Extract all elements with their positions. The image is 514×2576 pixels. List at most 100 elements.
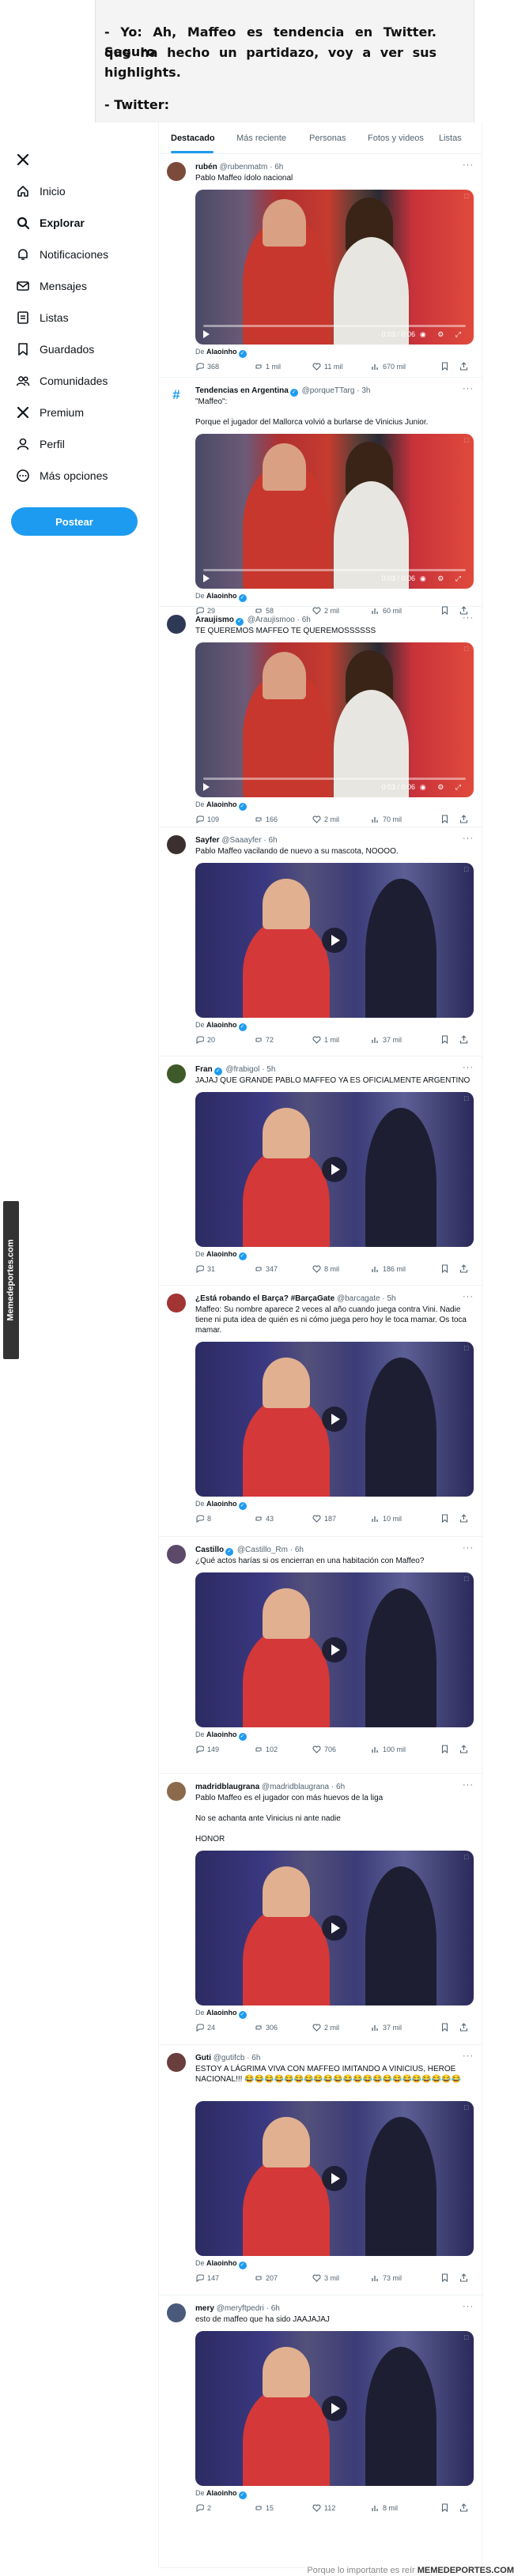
views-button[interactable]: 70 mil — [371, 815, 402, 823]
tweet-time[interactable]: 6h — [251, 2054, 260, 2062]
tweet-card[interactable]: rubén @rubenmatm · 6h ··· Pablo Maffeo ído… — [159, 154, 483, 378]
share-button[interactable] — [459, 2273, 471, 2282]
tweet-time[interactable]: 6h — [268, 836, 277, 845]
play-button-icon[interactable] — [322, 928, 347, 953]
tweet-video[interactable]: ⬚ — [195, 1572, 474, 1727]
more-options-icon[interactable]: ··· — [463, 834, 474, 843]
source-name[interactable]: Alaoinho — [206, 1731, 237, 1738]
share-button[interactable] — [459, 2023, 471, 2032]
author-name[interactable]: Tendencias en Argentina — [195, 386, 289, 395]
share-button[interactable] — [459, 1745, 471, 1753]
share-button[interactable] — [459, 1514, 471, 1523]
more-options-icon[interactable]: ··· — [463, 1780, 474, 1790]
like-button[interactable]: 11 mil — [312, 362, 342, 371]
tweet-time[interactable]: 6h — [271, 2304, 280, 2313]
tab-personas[interactable]: Personas — [309, 122, 346, 154]
author-name[interactable]: Sayfer — [195, 836, 220, 845]
author-name[interactable]: Castillo — [195, 1546, 224, 1554]
bookmark-button[interactable] — [440, 362, 452, 371]
avatar[interactable] — [167, 2053, 186, 2072]
bookmark-button[interactable] — [440, 2503, 452, 2512]
tweet-video[interactable]: ⬚ — [195, 2101, 474, 2256]
source-name[interactable]: Alaoinho — [206, 2009, 237, 2017]
sidebar-item-comunidades[interactable]: Comunidades — [16, 374, 108, 388]
post-button[interactable]: Postear — [11, 507, 138, 536]
reply-button[interactable]: 149 — [195, 1745, 219, 1753]
play-button-icon[interactable] — [322, 2166, 347, 2191]
views-button[interactable]: 37 mil — [371, 2023, 402, 2032]
bookmark-button[interactable] — [440, 1264, 452, 1273]
bookmark-button[interactable] — [440, 2273, 452, 2282]
avatar[interactable] — [167, 2303, 186, 2322]
source-name[interactable]: Alaoinho — [206, 800, 237, 808]
author-name[interactable]: Araujismo — [195, 616, 234, 624]
tweet-time[interactable]: 6h — [336, 1783, 345, 1791]
reply-button[interactable]: 24 — [195, 2023, 215, 2032]
like-button[interactable]: 3 mil — [312, 2273, 339, 2282]
reply-button[interactable]: 368 — [195, 362, 219, 371]
more-options-icon[interactable]: ··· — [463, 1292, 474, 1301]
tweet-time[interactable]: 3h — [361, 386, 370, 395]
like-button[interactable]: 2 mil — [312, 815, 339, 823]
more-options-icon[interactable]: ··· — [463, 2051, 474, 2061]
tweet-video[interactable]: ⬚ 0:03 / 0:06 ◉ ⚙ ⤢ — [195, 642, 474, 797]
more-options-icon[interactable]: ··· — [463, 1543, 474, 1553]
tweet-card[interactable]: ¿Está robando el Barça? #BarçaGate @barc… — [159, 1286, 483, 1537]
tweet-card[interactable]: Fran ✓ @frabigol · 5h ··· JAJAJ QUE GRANDE … — [159, 1056, 483, 1286]
author-handle[interactable]: @meryftpedri — [217, 2304, 264, 2313]
like-button[interactable]: 187 — [312, 1514, 336, 1523]
tweet-card[interactable]: Araujismo ✓ @Araujismoo · 6h ··· TE QUEREMO… — [159, 607, 483, 827]
views-button[interactable]: 8 mil — [371, 2503, 398, 2512]
video-settings-icons[interactable]: ◉ ⚙ ⤢ — [420, 574, 466, 583]
reply-button[interactable]: 2 — [195, 2503, 211, 2512]
tweet-card[interactable]: Sayfer @Saaayfer · 6h ··· Pablo Maffeo vac… — [159, 827, 483, 1056]
sidebar-item-mensajes[interactable]: Mensajes — [16, 279, 87, 293]
reply-button[interactable]: 31 — [195, 1264, 215, 1273]
video-progress-bar[interactable] — [203, 569, 466, 571]
avatar[interactable] — [167, 1782, 186, 1801]
share-button[interactable] — [459, 815, 471, 823]
source-name[interactable]: Alaoinho — [206, 1250, 237, 1258]
sidebar-item-notificaciones[interactable]: Notificaciones — [16, 247, 108, 262]
author-name[interactable]: mery — [195, 2304, 214, 2313]
avatar[interactable] — [167, 835, 186, 854]
author-name[interactable]: Fran — [195, 1065, 213, 1074]
source-name[interactable]: Alaoinho — [206, 1500, 237, 1508]
tweet-video[interactable]: ⬚ 0:03 / 0:06 ◉ ⚙ ⤢ — [195, 190, 474, 345]
video-settings-icons[interactable]: ◉ ⚙ ⤢ — [420, 330, 466, 339]
views-button[interactable]: 10 mil — [371, 1514, 402, 1523]
tweet-card[interactable]: Castillo ✓ @Castillo_Rm · 6h ··· ¿Qué actos… — [159, 1537, 483, 1774]
play-button-icon[interactable] — [322, 1915, 347, 1941]
repost-button[interactable]: 102 — [254, 1745, 278, 1753]
sidebar-item-perfil[interactable]: Perfil — [16, 437, 65, 451]
tweet-video[interactable]: ⬚ — [195, 1851, 474, 2005]
author-handle[interactable]: @madridblaugrana — [262, 1783, 329, 1791]
more-options-icon[interactable]: ··· — [463, 160, 474, 170]
avatar[interactable] — [167, 615, 186, 634]
share-button[interactable] — [459, 1035, 471, 1044]
repost-button[interactable]: 306 — [254, 2023, 278, 2032]
bookmark-button[interactable] — [440, 1745, 452, 1753]
views-button[interactable]: 100 mil — [371, 1745, 406, 1753]
tweet-time[interactable]: 5h — [266, 1065, 275, 1074]
source-name[interactable]: Alaoinho — [206, 2259, 237, 2267]
tweet-card[interactable]: # Tendencias en Argentina ✓ @porqueTTarg ·… — [159, 378, 483, 615]
like-button[interactable]: 8 mil — [312, 1264, 339, 1273]
tab-listas[interactable]: Listas — [439, 122, 462, 154]
sidebar-item-premium[interactable]: Premium — [16, 405, 84, 420]
share-button[interactable] — [459, 2503, 471, 2512]
author-name[interactable]: rubén — [195, 163, 217, 171]
video-settings-icons[interactable]: ◉ ⚙ ⤢ — [420, 783, 466, 792]
video-progress-bar[interactable] — [203, 778, 466, 780]
avatar[interactable] — [167, 162, 186, 181]
sidebar-item-listas[interactable]: Listas — [16, 311, 69, 325]
author-handle[interactable]: @frabigol — [225, 1065, 259, 1074]
views-button[interactable]: 37 mil — [371, 1035, 402, 1044]
like-button[interactable]: 706 — [312, 1745, 336, 1753]
like-button[interactable]: 1 mil — [312, 1035, 339, 1044]
bookmark-button[interactable] — [440, 815, 452, 823]
avatar[interactable] — [167, 1545, 186, 1564]
source-name[interactable]: Alaoinho — [206, 592, 237, 600]
author-handle[interactable]: @porqueTTarg — [302, 386, 355, 395]
tweet-video[interactable]: ⬚ — [195, 1092, 474, 1247]
